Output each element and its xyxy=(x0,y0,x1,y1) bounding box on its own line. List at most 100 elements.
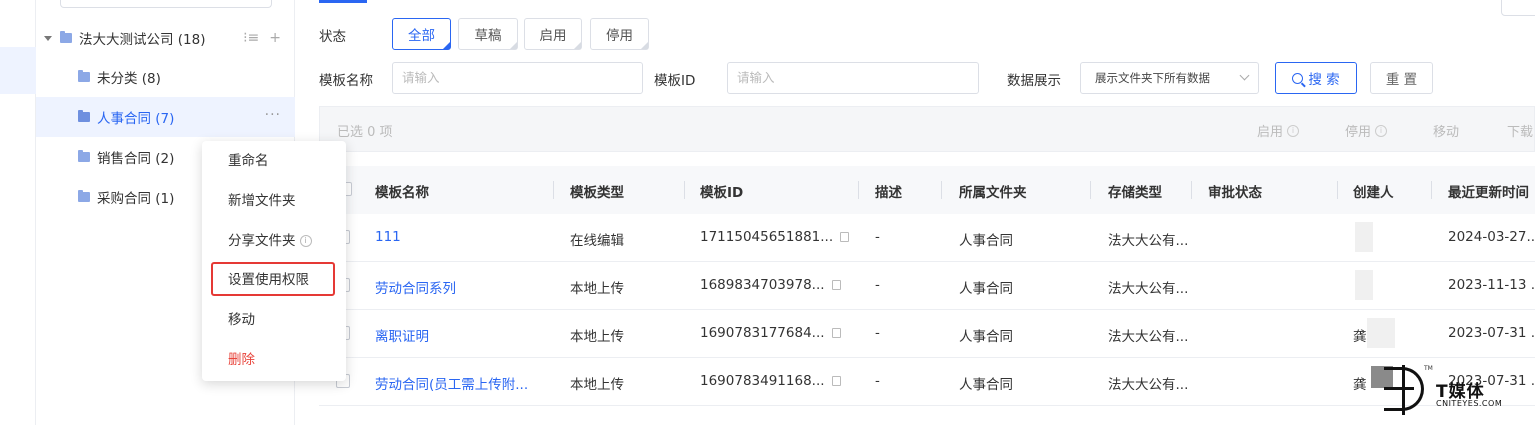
privacy-mask xyxy=(1355,222,1373,252)
more-icon[interactable]: ··· xyxy=(265,107,281,123)
search-button[interactable]: 搜 索 xyxy=(1275,62,1357,94)
template-name-link[interactable]: 劳动合同系列 xyxy=(375,277,456,297)
table-row[interactable]: 劳动合同(员工需上传附... 本地上传 1690783491168... - 人… xyxy=(319,358,1535,406)
menu-item-move[interactable]: 移动 xyxy=(228,310,255,330)
data-display-value: 展示文件夹下所有数据 xyxy=(1095,71,1210,85)
menu-item-rename[interactable]: 重命名 xyxy=(228,151,269,171)
info-icon: i xyxy=(1375,124,1388,137)
info-icon: i xyxy=(1287,124,1300,137)
tree-item-hr-contracts[interactable]: 人事合同 (7) ··· xyxy=(36,97,295,137)
folder-context-menu: 重命名 新增文件夹 分享文件夹 i 设置使用权限 移动 删除 xyxy=(202,141,346,381)
status-filter-label: 状态 xyxy=(319,29,346,45)
batch-enable-button[interactable]: 启用 i xyxy=(1257,121,1300,140)
template-folder: 人事合同 xyxy=(959,233,1013,249)
template-folder: 人事合同 xyxy=(959,329,1013,345)
template-name-label: 模板名称 xyxy=(319,73,373,89)
status-option-all[interactable]: 全部 xyxy=(392,18,451,50)
creator: 龚 xyxy=(1353,329,1367,345)
menu-item-new-folder[interactable]: 新增文件夹 xyxy=(228,191,296,211)
tree-item-uncategorized[interactable]: 未分类 (8) xyxy=(36,57,295,97)
top-right-button[interactable] xyxy=(1501,0,1535,16)
storage-type: 法大大公有... xyxy=(1108,281,1189,297)
table-row[interactable]: 111 在线编辑 17115045651881... - 人事合同 法大大公有.… xyxy=(319,214,1535,262)
batch-action-bar: 已选 0 项 启用 i 停用 i 移动 下载 xyxy=(319,106,1535,152)
batch-download-button[interactable]: 下载 xyxy=(1507,121,1533,140)
storage-type: 法大大公有... xyxy=(1108,377,1189,393)
tree-item-label: 销售合同 (2) xyxy=(97,151,175,167)
menu-item-delete[interactable]: 删除 xyxy=(228,350,255,370)
chevron-down-icon xyxy=(1239,70,1250,81)
copy-icon[interactable] xyxy=(840,232,850,242)
reset-button[interactable]: 重 置 xyxy=(1370,62,1433,94)
data-display-select[interactable]: 展示文件夹下所有数据 xyxy=(1080,62,1259,94)
menu-item-share-folder[interactable]: 分享文件夹 i xyxy=(228,231,312,251)
batch-move-button[interactable]: 移动 xyxy=(1433,121,1459,140)
side-nav-selected-item[interactable] xyxy=(0,47,36,94)
template-name-link[interactable]: 离职证明 xyxy=(375,325,429,345)
column-header: 创建人 xyxy=(1353,185,1394,201)
side-nav xyxy=(0,0,36,425)
search-icon xyxy=(1292,72,1304,84)
table-row[interactable]: 劳动合同系列 本地上传 1689834703978... - 人事合同 法大大公… xyxy=(319,262,1535,310)
watermark-subtitle: CNITEYES.COM xyxy=(1436,399,1503,408)
privacy-mask xyxy=(1355,270,1373,300)
status-option-disabled[interactable]: 停用 xyxy=(590,18,649,50)
copy-icon[interactable] xyxy=(831,280,841,290)
column-header: 最近更新时间 xyxy=(1448,185,1529,201)
folder-icon xyxy=(78,110,90,122)
folder-icon xyxy=(78,70,90,82)
data-display-label: 数据展示 xyxy=(1007,73,1061,89)
template-id: 1690783491168... xyxy=(700,373,841,389)
status-option-draft[interactable]: 草稿 xyxy=(458,18,518,50)
template-type: 本地上传 xyxy=(570,329,624,345)
menu-item-set-permissions[interactable]: 设置使用权限 xyxy=(228,270,309,290)
batch-disable-button[interactable]: 停用 i xyxy=(1345,121,1388,140)
template-type: 本地上传 xyxy=(570,377,624,393)
copy-icon[interactable] xyxy=(831,376,841,386)
folder-icon xyxy=(60,31,72,43)
folder-search-input[interactable] xyxy=(60,0,272,8)
template-desc: - xyxy=(875,277,880,293)
updated-time: 2024-03-27... xyxy=(1448,229,1535,245)
template-id-input[interactable]: 请输入 xyxy=(727,62,979,94)
template-type: 本地上传 xyxy=(570,281,624,297)
column-header: 所属文件夹 xyxy=(959,185,1027,201)
tree-item-label: 未分类 (8) xyxy=(97,71,161,87)
tree-item-label: 人事合同 (7) xyxy=(97,111,175,127)
template-id-label: 模板ID xyxy=(654,73,696,89)
column-header: 模板ID xyxy=(700,185,744,201)
template-name-input[interactable]: 请输入 xyxy=(392,62,643,94)
template-name-link[interactable]: 劳动合同(员工需上传附... xyxy=(375,373,528,393)
storage-type: 法大大公有... xyxy=(1108,329,1189,345)
template-folder: 人事合同 xyxy=(959,377,1013,393)
storage-type: 法大大公有... xyxy=(1108,233,1189,249)
template-id: 1689834703978... xyxy=(700,277,841,293)
column-header: 模板名称 xyxy=(375,185,429,201)
template-name-link[interactable]: 111 xyxy=(375,229,401,245)
plus-icon[interactable]: + xyxy=(269,30,281,46)
template-desc: - xyxy=(875,229,880,245)
table-row[interactable]: 离职证明 本地上传 1690783177684... - 人事合同 法大大公有.… xyxy=(319,310,1535,358)
column-header: 存储类型 xyxy=(1108,185,1162,201)
updated-time: 2023-07-31 ... xyxy=(1448,325,1535,341)
template-folder: 人事合同 xyxy=(959,281,1013,297)
column-header: 审批状态 xyxy=(1208,185,1262,201)
tree-item-label: 采购合同 (1) xyxy=(97,191,175,207)
copy-icon[interactable] xyxy=(831,328,841,338)
tree-root-node[interactable]: 法大大测试公司 (18) ⁝≡ + xyxy=(36,18,295,58)
active-tab-indicator xyxy=(319,0,367,3)
caret-down-icon[interactable] xyxy=(44,35,52,41)
folder-icon xyxy=(78,150,90,162)
template-desc: - xyxy=(875,373,880,389)
privacy-mask xyxy=(1367,318,1395,348)
main-content: 状态 全部 草稿 启用 停用 模板名称 请输入 模板ID 请输入 数据展示 展示… xyxy=(295,0,1535,425)
updated-time: 2023-11-13 ... xyxy=(1448,277,1535,293)
folder-icon xyxy=(78,190,90,202)
template-desc: - xyxy=(875,325,880,341)
status-option-enabled[interactable]: 启用 xyxy=(524,18,582,50)
sort-icon[interactable]: ⁝≡ xyxy=(243,30,259,46)
creator: 龚 xyxy=(1353,377,1367,393)
table-header: 模板名称 模板类型 模板ID 描述 所属文件夹 存储类型 审批状态 创建人 最近… xyxy=(319,166,1535,214)
template-id: 1690783177684... xyxy=(700,325,841,341)
watermark-logo: TM T媒体 CNITEYES.COM xyxy=(1384,365,1532,415)
